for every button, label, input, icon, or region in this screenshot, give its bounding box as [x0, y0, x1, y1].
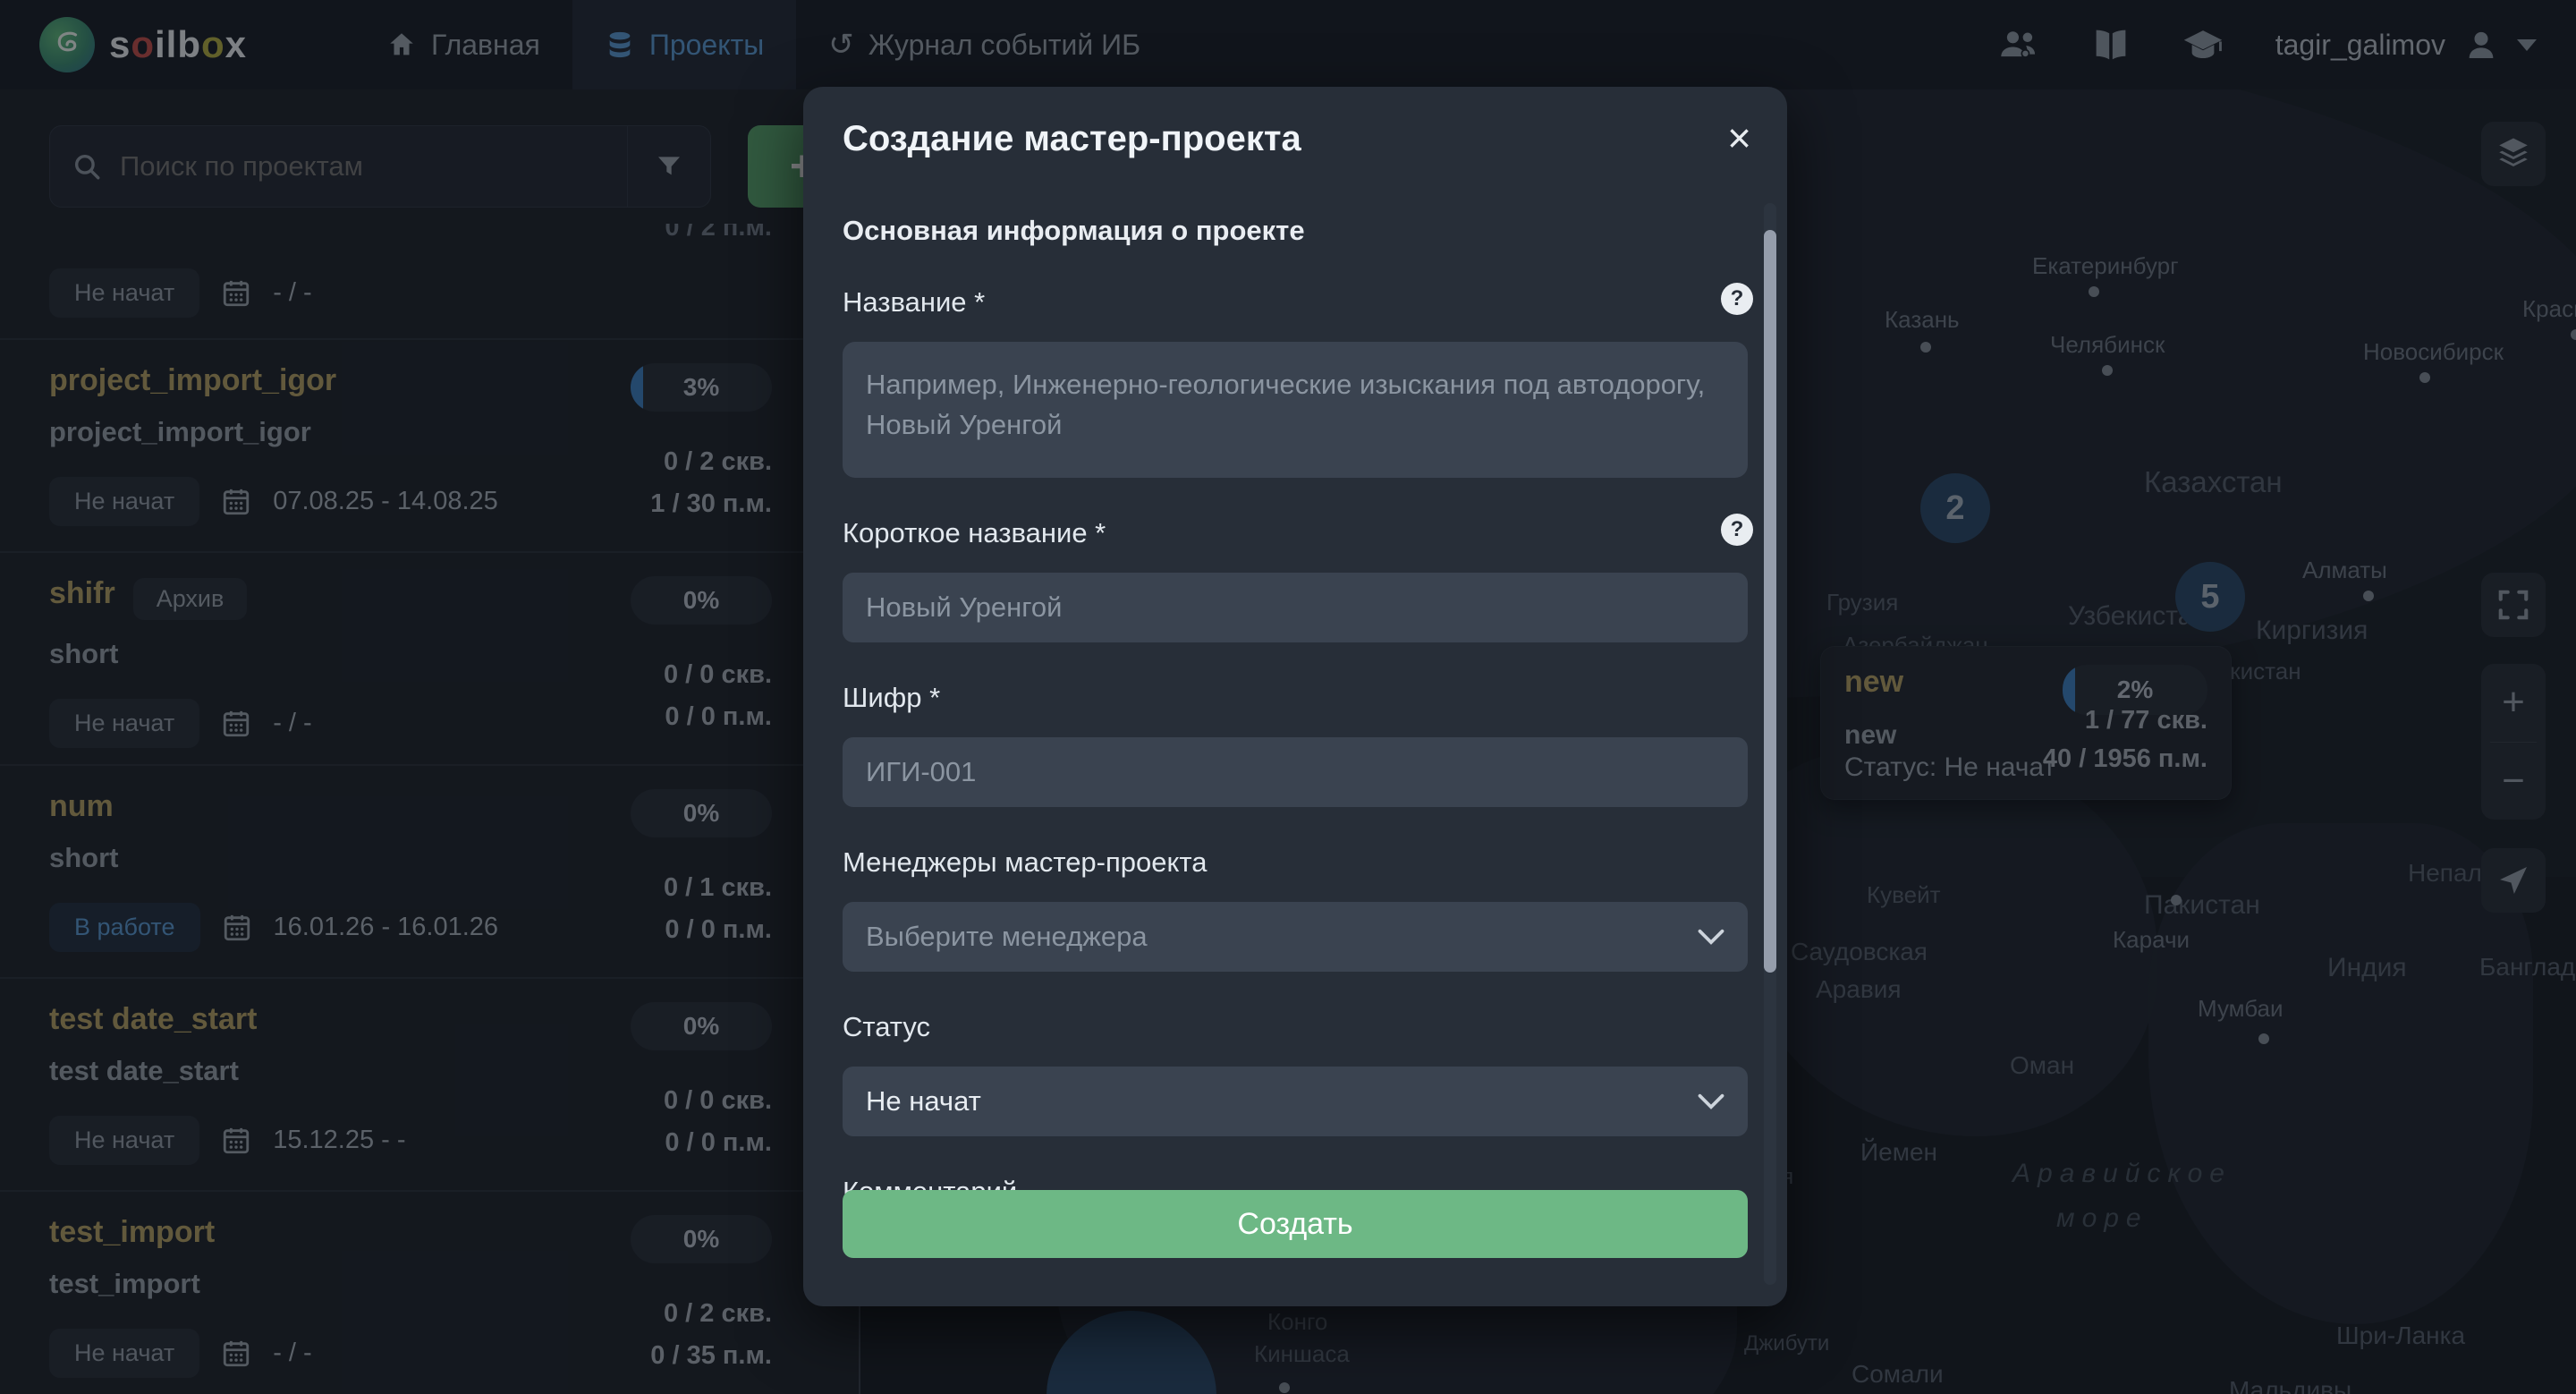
- chevron-down-icon: [1698, 929, 1724, 945]
- name-textarea[interactable]: Например, Инженерно-геологические изыска…: [843, 342, 1748, 478]
- status-select[interactable]: Не начат: [843, 1067, 1748, 1136]
- modal-title: Создание мастер-проекта: [843, 119, 1748, 159]
- help-icon[interactable]: ?: [1721, 514, 1753, 546]
- create-master-project-modal: Создание мастер-проекта × Основная инфор…: [803, 87, 1787, 1306]
- app-root: soilbox Главная Проекты ↺ Журнал событий…: [0, 0, 2576, 1394]
- create-button[interactable]: Создать: [843, 1190, 1748, 1258]
- field-label-name: Название * ?: [843, 286, 1748, 319]
- chevron-down-icon: [1698, 1093, 1724, 1109]
- short-name-input[interactable]: Новый Уренгой: [843, 573, 1748, 642]
- field-label-code: Шифр *: [843, 682, 1748, 714]
- code-input[interactable]: ИГИ-001: [843, 737, 1748, 807]
- field-label-status: Статус: [843, 1011, 1748, 1043]
- modal-section-heading: Основная информация о проекте: [843, 215, 1748, 247]
- help-icon[interactable]: ?: [1721, 283, 1753, 315]
- modal-scrollbar[interactable]: [1764, 230, 1776, 973]
- managers-select[interactable]: Выберите менеджера: [843, 902, 1748, 972]
- field-label-managers: Менеджеры мастер-проекта: [843, 846, 1748, 879]
- field-label-short-name: Короткое название * ?: [843, 517, 1748, 549]
- close-icon[interactable]: ×: [1727, 117, 1751, 158]
